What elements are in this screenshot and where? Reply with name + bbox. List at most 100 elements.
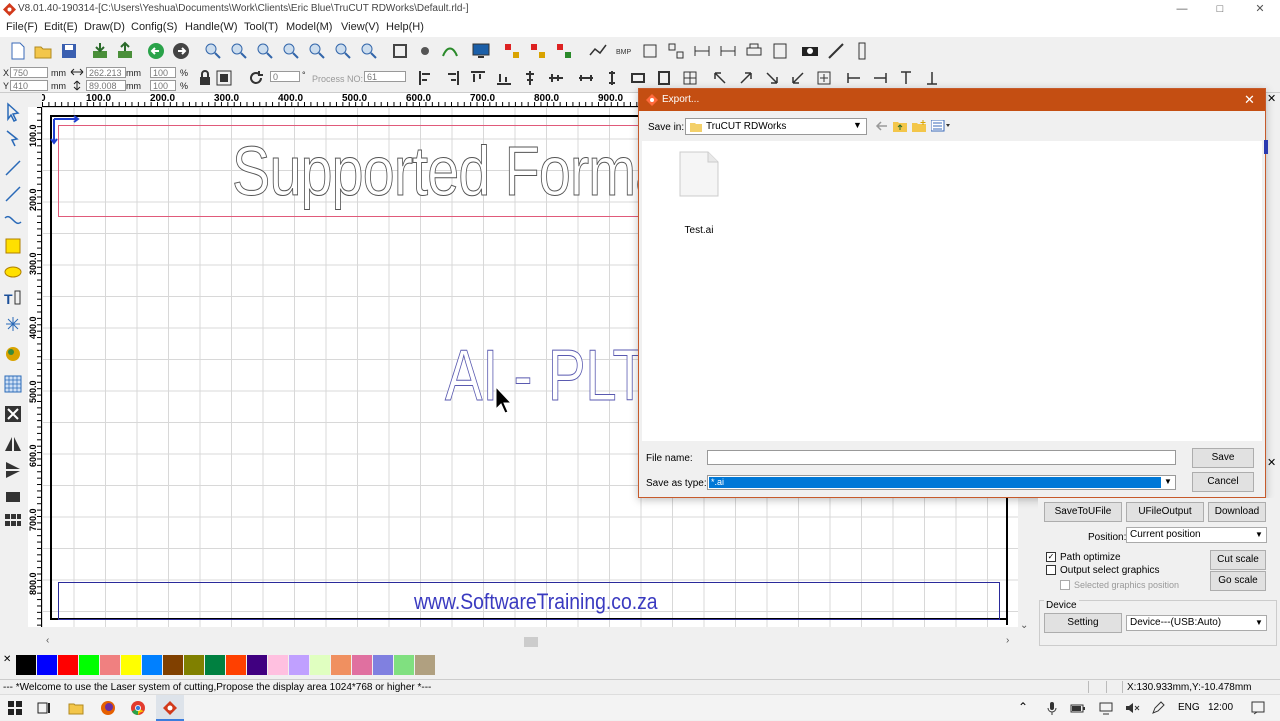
battery-icon[interactable] (1070, 700, 1086, 716)
curve-icon[interactable] (588, 41, 608, 61)
clock[interactable]: 12:00 (1208, 702, 1233, 713)
maximize-button[interactable]: □ (1200, 0, 1240, 19)
same-width-icon[interactable] (578, 70, 594, 86)
notifications-icon[interactable] (1250, 700, 1266, 716)
menu-file[interactable]: File(F) (6, 21, 38, 33)
align-bottom-icon[interactable] (496, 70, 512, 86)
zoom-fit-icon[interactable] (281, 41, 301, 61)
align-center-h-icon[interactable] (548, 70, 564, 86)
grid-tool-icon[interactable] (3, 374, 23, 394)
bitmap-tool-icon[interactable] (3, 344, 23, 364)
preview-monitor-icon[interactable] (471, 41, 491, 61)
close-window-button[interactable]: ✕ (1240, 0, 1280, 19)
color-swatch[interactable] (184, 655, 204, 675)
color-swatch[interactable] (100, 655, 120, 675)
chrome-icon[interactable] (130, 700, 146, 716)
delete-tool-icon[interactable] (3, 404, 23, 424)
dist-bottom-icon[interactable] (924, 70, 940, 86)
move-top-left-icon[interactable] (712, 70, 728, 86)
tray-chevron-up-icon[interactable]: ⌃ (1018, 700, 1028, 714)
move-bottom-right-icon[interactable] (764, 70, 780, 86)
node-edit-icon[interactable] (415, 41, 435, 61)
file-name-input[interactable] (707, 450, 1176, 465)
move-top-right-icon[interactable] (738, 70, 754, 86)
volume-muted-icon[interactable] (1124, 700, 1140, 716)
laser-pen-icon[interactable] (826, 41, 846, 61)
array-icon[interactable] (502, 41, 522, 61)
ellipse-tool-icon[interactable] (3, 262, 23, 282)
horizontal-scrollbar[interactable]: ‹ › (42, 635, 1018, 649)
align-top-icon[interactable] (470, 70, 486, 86)
panel-close-icon[interactable]: ✕ (1267, 92, 1276, 105)
go-scale-button[interactable]: Go scale (1210, 571, 1266, 591)
dist-v-icon[interactable] (718, 41, 738, 61)
color-swatch[interactable] (415, 655, 435, 675)
dist-h-icon[interactable] (692, 41, 712, 61)
color-swatch[interactable] (79, 655, 99, 675)
color-swatch[interactable] (163, 655, 183, 675)
cancel-button[interactable]: Cancel (1192, 472, 1254, 492)
color-swatch[interactable] (58, 655, 78, 675)
output-select-checkbox[interactable] (1046, 565, 1056, 575)
zoom-all-icon[interactable] (359, 41, 379, 61)
task-view-icon[interactable] (36, 700, 52, 716)
scroll-right-icon[interactable]: › (1006, 635, 1009, 646)
measure-icon[interactable] (770, 41, 790, 61)
open-folder-icon[interactable] (33, 41, 53, 61)
same-height-icon[interactable] (604, 70, 620, 86)
center-icon[interactable] (656, 70, 672, 86)
color-swatch[interactable] (16, 655, 36, 675)
menu-model[interactable]: Model(M) (286, 21, 332, 33)
back-arrow-icon[interactable] (875, 120, 889, 132)
dist-left-icon[interactable] (846, 70, 862, 86)
scroll-down-icon[interactable]: ⌄ (1020, 620, 1028, 631)
chevron-down-icon[interactable]: ▼ (1164, 477, 1172, 486)
import-icon[interactable] (90, 41, 110, 61)
height-input[interactable]: 89.008 (86, 80, 126, 91)
layout-icon[interactable] (554, 41, 574, 61)
ufile-output-button[interactable]: UFileOutput (1126, 502, 1204, 522)
chevron-down-icon[interactable]: ▼ (1255, 528, 1263, 542)
dist-right-icon[interactable] (872, 70, 888, 86)
ruler-icon[interactable] (852, 41, 872, 61)
panel-close-icon[interactable]: ✕ (1267, 456, 1276, 469)
path-optimize-checkbox[interactable]: ✓ (1046, 552, 1056, 562)
curve-tool-icon[interactable] (3, 210, 23, 230)
close-palette-icon[interactable]: ✕ (3, 654, 11, 665)
color-swatch[interactable] (226, 655, 246, 675)
align-left-icon[interactable] (418, 70, 434, 86)
microphone-icon[interactable] (1044, 700, 1060, 716)
new-file-icon[interactable] (8, 41, 28, 61)
line-tool-icon[interactable] (3, 158, 23, 178)
align-right-icon[interactable] (444, 70, 460, 86)
setting-button[interactable]: Setting (1044, 613, 1122, 633)
canvas-footer-text[interactable]: www.SoftwareTraining.co.za (414, 589, 658, 615)
rotate-icon[interactable] (248, 70, 264, 86)
scroll-left-icon[interactable]: ‹ (46, 635, 49, 646)
bitmap-icon[interactable]: BMP (614, 41, 634, 61)
windows-start-icon[interactable] (7, 700, 23, 716)
file-item[interactable]: Test.ai (671, 151, 727, 236)
color-swatch[interactable] (37, 655, 57, 675)
move-center-icon[interactable] (816, 70, 832, 86)
color-swatch[interactable] (142, 655, 162, 675)
color-swatch[interactable] (331, 655, 351, 675)
view-menu-icon[interactable] (931, 120, 951, 132)
save-button[interactable]: Save (1192, 448, 1254, 468)
dialog-close-icon[interactable]: ✕ (1244, 92, 1255, 108)
menu-draw[interactable]: Draw(D) (84, 21, 125, 33)
minimize-button[interactable]: — (1162, 0, 1202, 19)
color-swatch[interactable] (268, 655, 288, 675)
zoom-out-icon[interactable] (255, 41, 275, 61)
save-in-dropdown[interactable]: TruCUT RDWorks ▼ (685, 118, 867, 135)
rectangle-icon[interactable] (640, 41, 660, 61)
cut-scale-button[interactable]: Cut scale (1210, 550, 1266, 570)
angle-input[interactable]: 0 (270, 71, 300, 82)
color-swatch[interactable] (373, 655, 393, 675)
save-to-ufile-button[interactable]: SaveToUFile (1044, 502, 1122, 522)
node-edit-tool-icon[interactable] (3, 128, 23, 148)
selected-position-checkbox[interactable] (1060, 580, 1070, 590)
scale-x-input[interactable]: 100 (150, 67, 176, 78)
move-bottom-left-icon[interactable] (790, 70, 806, 86)
page-center-icon[interactable] (682, 70, 698, 86)
